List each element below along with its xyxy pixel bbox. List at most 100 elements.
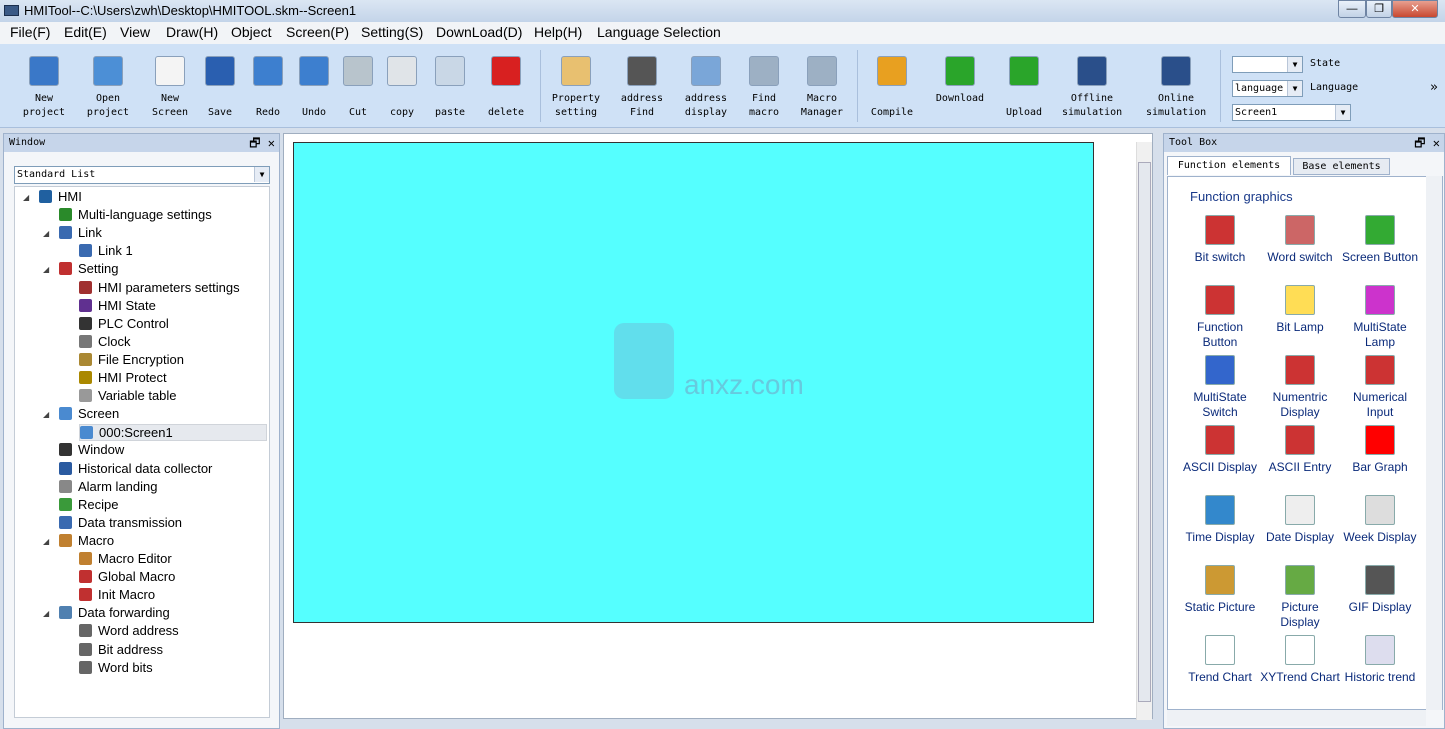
new-project-button[interactable]: New project xyxy=(14,52,74,120)
tool-historic-trend[interactable]: Historic trend xyxy=(1340,635,1420,685)
tree-item[interactable]: Macro Editor xyxy=(79,551,172,566)
toolbar-overflow-button[interactable]: » xyxy=(1430,80,1438,95)
panel-pin-close-buttons[interactable]: 🗗 ✕ xyxy=(249,134,275,152)
tool-label: Historic trend xyxy=(1344,670,1416,684)
address-display-button[interactable]: address display xyxy=(676,52,736,120)
tree-item[interactable]: HMI State xyxy=(79,298,156,313)
menu-help-h-[interactable]: Help(H) xyxy=(534,24,582,40)
tool-picture-display[interactable]: Picture Display xyxy=(1260,565,1340,630)
list-type-dropdown[interactable]: Standard List ▼ xyxy=(14,166,270,184)
online-sim-button[interactable]: Online simulation xyxy=(1146,52,1206,120)
download-button[interactable]: Download xyxy=(930,52,990,106)
open-project-button[interactable]: Open project xyxy=(78,52,138,120)
tool-screen-button[interactable]: Screen Button xyxy=(1340,215,1420,265)
tree-item[interactable]: Clock xyxy=(79,334,131,349)
hammer-button[interactable]: Compile xyxy=(862,52,922,120)
tree-item[interactable]: HMI xyxy=(39,189,82,204)
window-title: HMITool--C:\Users\zwh\Desktop\HMITOOL.sk… xyxy=(24,3,357,18)
tool-trend-chart[interactable]: Trend Chart xyxy=(1180,635,1260,685)
tree-item[interactable]: HMI Protect xyxy=(79,370,167,385)
paste-button[interactable]: paste xyxy=(420,52,480,120)
upload-button[interactable]: Upload xyxy=(994,52,1054,120)
screen-canvas[interactable]: anxz.com xyxy=(293,142,1094,623)
vertical-scrollbar[interactable] xyxy=(1136,142,1152,720)
expand-toggle[interactable]: ◢ xyxy=(43,410,49,419)
menu-file-f-[interactable]: File(F) xyxy=(10,24,50,40)
expand-toggle[interactable]: ◢ xyxy=(43,537,49,546)
state-dropdown[interactable]: ▼ xyxy=(1232,56,1303,73)
tree-item[interactable]: Word bits xyxy=(79,660,153,675)
menu-setting-s-[interactable]: Setting(S) xyxy=(361,24,423,40)
tree-item-label: Alarm landing xyxy=(78,478,158,494)
menu-edit-e-[interactable]: Edit(E) xyxy=(64,24,107,40)
expand-toggle[interactable]: ◢ xyxy=(23,193,29,202)
expand-toggle[interactable]: ◢ xyxy=(43,229,49,238)
tree-item[interactable]: File Encryption xyxy=(79,352,184,367)
tool-bar-graph[interactable]: Bar Graph xyxy=(1340,425,1420,475)
delete-button[interactable]: delete xyxy=(476,52,536,120)
maximize-button[interactable]: ❐ xyxy=(1366,0,1392,18)
tool-gif-display[interactable]: GIF Display xyxy=(1340,565,1420,615)
menu-download-d-[interactable]: DownLoad(D) xyxy=(436,24,522,40)
tool-word-switch[interactable]: Word switch xyxy=(1260,215,1340,265)
tool-ascii-entry[interactable]: ASCII Entry xyxy=(1260,425,1340,475)
tool-xytrend-chart[interactable]: XYTrend Chart xyxy=(1260,635,1340,685)
tab-function-elements[interactable]: Function elements xyxy=(1167,156,1291,175)
tool-static-picture[interactable]: Static Picture xyxy=(1180,565,1260,615)
tool-function-button[interactable]: Function Button xyxy=(1180,285,1260,350)
tree-item[interactable]: Setting xyxy=(59,261,118,276)
tree-item[interactable]: Alarm landing xyxy=(59,479,158,494)
tool-ascii-display[interactable]: ASCII Display xyxy=(1180,425,1260,475)
tree-item[interactable]: Link 1 xyxy=(79,243,133,258)
tree-item[interactable]: Window xyxy=(59,442,124,457)
tree-item[interactable]: Data forwarding xyxy=(59,605,170,620)
tree-item[interactable]: Multi-language settings xyxy=(59,207,212,222)
tree-item[interactable]: Global Macro xyxy=(79,569,175,584)
minimize-button[interactable]: — xyxy=(1338,0,1366,18)
menu-language-selection[interactable]: Language Selection xyxy=(597,24,721,40)
offline-sim-button[interactable]: Offline simulation xyxy=(1062,52,1122,120)
tree-item[interactable]: Init Macro xyxy=(79,587,155,602)
tool-week-display[interactable]: Week Display xyxy=(1340,495,1420,545)
tool-time-display[interactable]: Time Display xyxy=(1180,495,1260,545)
menu-object[interactable]: Object xyxy=(231,24,271,40)
macro-manager-button[interactable]: Macro Manager xyxy=(792,52,852,120)
menu-screen-p-[interactable]: Screen(P) xyxy=(286,24,349,40)
tree-item[interactable]: Recipe xyxy=(59,497,118,512)
tree-node-icon xyxy=(79,588,92,602)
property-button[interactable]: Property setting xyxy=(546,52,606,120)
tool-date-display[interactable]: Date Display xyxy=(1260,495,1340,545)
panel-pin-close-buttons[interactable]: 🗗 ✕ xyxy=(1414,134,1440,152)
tree-item[interactable]: Link xyxy=(59,225,102,240)
binoculars-button[interactable]: address Find xyxy=(612,52,672,120)
tab-base-elements[interactable]: Base elements xyxy=(1293,158,1390,175)
tool-icon xyxy=(1285,565,1315,595)
menu-draw-h-[interactable]: Draw(H) xyxy=(166,24,218,40)
tree-item[interactable]: Word address xyxy=(79,623,179,638)
tool-multistate-lamp[interactable]: MultiState Lamp xyxy=(1340,285,1420,350)
tree-item[interactable]: Data transmission xyxy=(59,515,182,530)
language-dropdown[interactable]: language ▼ xyxy=(1232,80,1303,97)
scroll-thumb[interactable] xyxy=(1138,162,1151,702)
tree-item[interactable]: Bit address xyxy=(79,642,163,657)
toolbox-vscroll[interactable] xyxy=(1426,176,1442,710)
tool-multistate-switch[interactable]: MultiState Switch xyxy=(1180,355,1260,420)
tree-item[interactable]: 000:Screen1 xyxy=(79,424,267,442)
tool-numentric-display[interactable]: Numentric Display xyxy=(1260,355,1340,420)
tree-item[interactable]: Screen xyxy=(59,406,119,421)
tree-item[interactable]: Macro xyxy=(59,533,114,548)
menu-view[interactable]: View xyxy=(120,24,150,40)
tool-numerical-input[interactable]: Numerical Input xyxy=(1340,355,1420,420)
expand-toggle[interactable]: ◢ xyxy=(43,265,49,274)
expand-toggle[interactable]: ◢ xyxy=(43,609,49,618)
close-button[interactable]: ✕ xyxy=(1392,0,1438,18)
screen-dropdown[interactable]: Screen1 ▼ xyxy=(1232,104,1351,121)
tree-item[interactable]: Historical data collector xyxy=(59,461,212,476)
toolbox-hscroll[interactable] xyxy=(1167,710,1426,726)
tree-item[interactable]: PLC Control xyxy=(79,316,169,331)
tool-bit-lamp[interactable]: Bit Lamp xyxy=(1260,285,1340,335)
tree-item[interactable]: Variable table xyxy=(79,388,177,403)
tree-item[interactable]: HMI parameters settings xyxy=(79,280,240,295)
find-macro-button[interactable]: Find macro xyxy=(734,52,794,120)
tool-bit-switch[interactable]: Bit switch xyxy=(1180,215,1260,265)
